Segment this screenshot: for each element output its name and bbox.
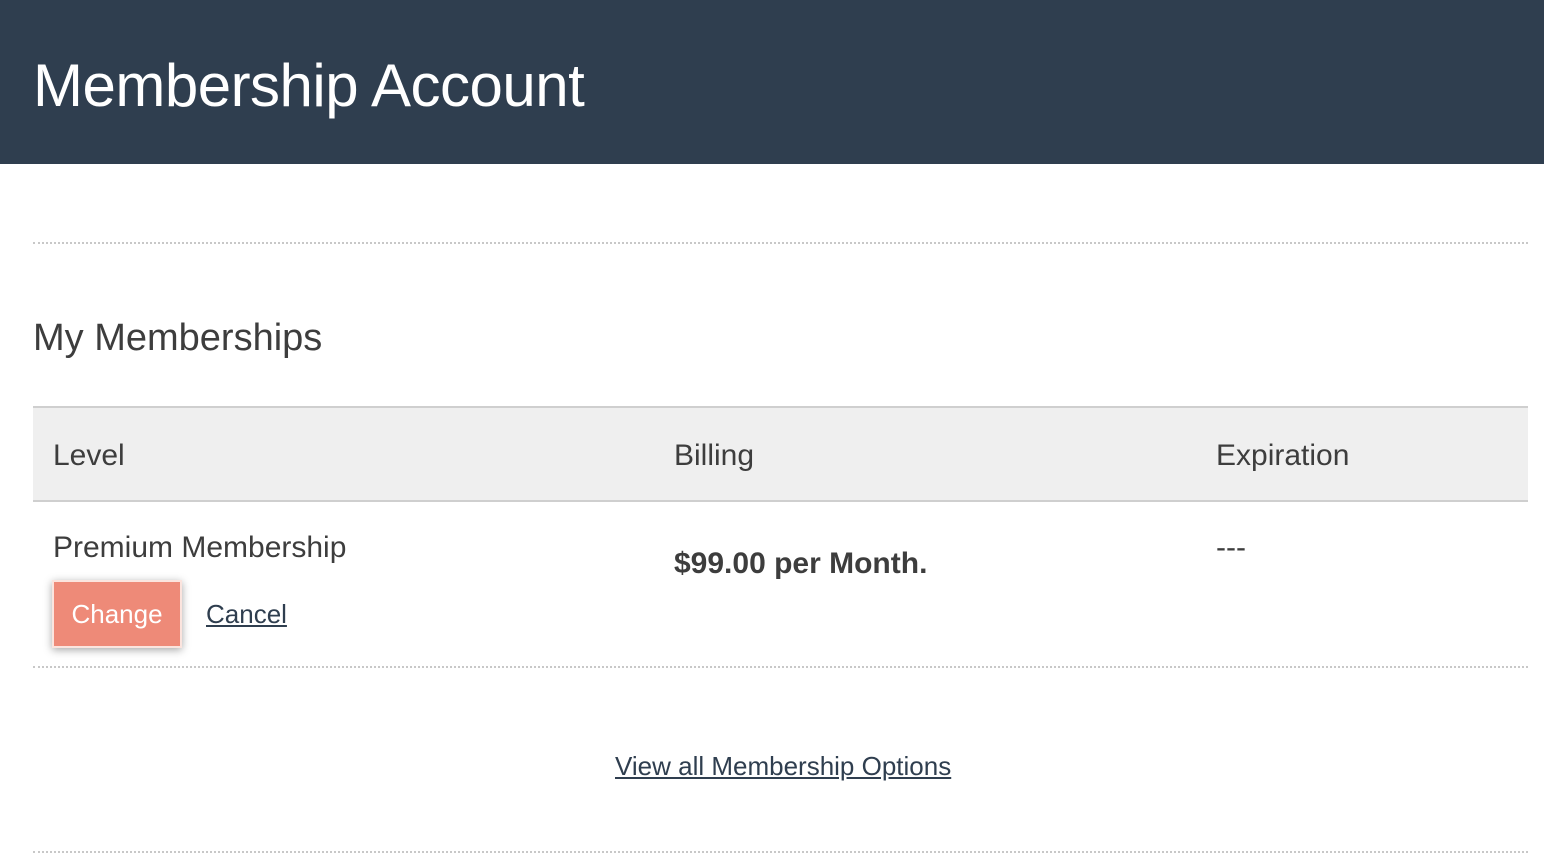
column-header-billing: Billing — [674, 439, 755, 472]
section-divider-bottom — [33, 851, 1528, 853]
table-row-divider — [33, 666, 1528, 668]
membership-billing: $99.00 per Month. — [674, 547, 928, 580]
view-all-memberships-link[interactable]: View all Membership Options — [615, 750, 951, 782]
change-button[interactable]: Change — [52, 580, 182, 648]
page-header: Membership Account — [0, 0, 1544, 164]
column-header-level: Level — [53, 439, 125, 472]
membership-expiration: --- — [1216, 531, 1246, 564]
section-title: My Memberships — [33, 317, 323, 359]
membership-level: Premium Membership — [53, 531, 347, 564]
page-title: Membership Account — [33, 52, 585, 119]
cancel-link[interactable]: Cancel — [206, 598, 287, 630]
column-header-expiration: Expiration — [1216, 439, 1350, 472]
section-divider-top — [33, 242, 1528, 244]
table-header: Level Billing Expiration — [33, 406, 1528, 502]
